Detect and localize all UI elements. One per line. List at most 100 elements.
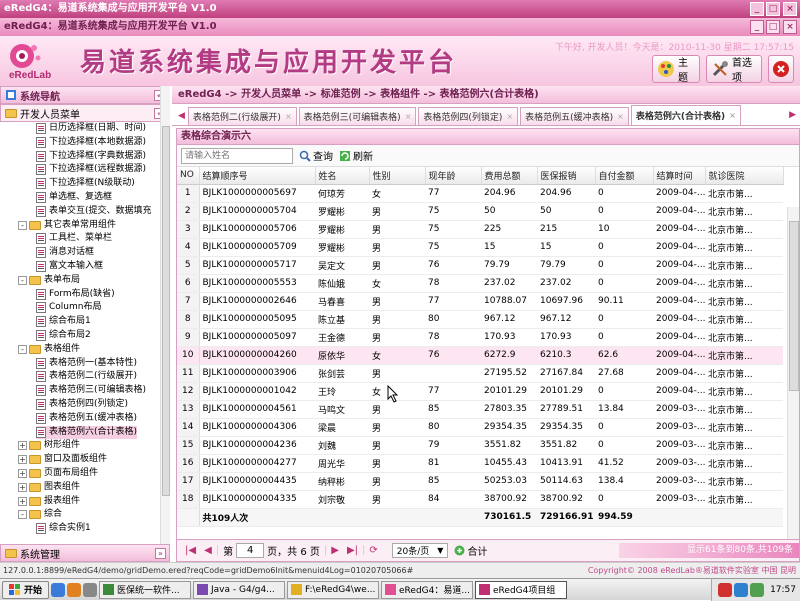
nav-item-20[interactable]: 表格范例四(列锁定)	[36, 398, 128, 411]
nav-item-18[interactable]: 表格范例二(行级展开)	[36, 370, 137, 383]
column-header[interactable]: 就诊医院	[705, 167, 784, 185]
tab-5[interactable]: 表格范例五(缓冲表格) ×	[520, 107, 629, 125]
table-row[interactable]: 11 BJLK1000000003906 张剑芸男 27195.52 27167.84 2…	[177, 364, 783, 383]
nav-item-5[interactable]: 单选框、复选框	[36, 191, 112, 204]
tab-scroll-left-icon[interactable]: ◀	[178, 111, 185, 121]
table-row[interactable]: 10 BJLK1000000004260 原依华女 76 6272.9 6210.3 62.…	[177, 346, 783, 365]
maximize-button[interactable]: □	[766, 2, 780, 16]
table-row[interactable]: 1 BJLK1000000005697 何琼芳女 77 204.96 204.96 0 200…	[177, 184, 783, 203]
tab-4[interactable]: 表格范例四(列锁定) ×	[418, 107, 519, 125]
collapse-icon[interactable]: -	[18, 344, 27, 354]
table-row[interactable]: 9 BJLK1000000005097 王金德男 78 170.93 170.93 0 200…	[177, 328, 783, 347]
nav-folder-28[interactable]: - 综合	[18, 508, 62, 521]
nav-folder-16[interactable]: - 表格组件	[18, 343, 80, 356]
column-header[interactable]: 姓名	[315, 167, 370, 185]
collapse-icon[interactable]: -	[18, 220, 27, 230]
nav-item-4[interactable]: 下拉选择框(N级联动)	[36, 177, 135, 190]
page-size-select[interactable]: 20条/页 ▼	[391, 543, 449, 558]
system-management-section[interactable]: 系统管理 »	[0, 544, 170, 562]
nav-item-3[interactable]: 下拉选择框(远程数据源)	[36, 163, 146, 176]
nav-item-6[interactable]: 表单交互(提交、数据填充	[36, 205, 152, 218]
close-window-button[interactable]: ×	[783, 2, 797, 16]
table-row[interactable]: 14 BJLK1000000004306 梁晨男 80 29354.35 29354.35…	[177, 418, 783, 437]
prev-page-icon[interactable]: ◀	[204, 545, 212, 556]
exit-button[interactable]	[768, 55, 794, 83]
tab-3[interactable]: 表格范例三(可编辑表格) ×	[298, 107, 417, 125]
nav-folder-25[interactable]: + 页面布局组件	[18, 467, 98, 480]
tray-network-icon[interactable]	[734, 583, 749, 597]
nav-scrollbar[interactable]	[160, 86, 170, 562]
close-tab-icon[interactable]: ×	[405, 112, 412, 121]
nav-item-9[interactable]: 消息对话框	[36, 246, 94, 259]
nav-item-17[interactable]: 表格范例一(基本特性)	[36, 357, 137, 370]
column-header[interactable]: 性别	[369, 167, 426, 185]
nav-folder-11[interactable]: - 表单布局	[18, 274, 80, 287]
app-close-button[interactable]: ×	[783, 20, 797, 34]
nav-item-13[interactable]: Column布局	[36, 301, 101, 314]
tab-2[interactable]: 表格范例二(行级展开) ×	[187, 107, 297, 125]
nav-folder-26[interactable]: + 图表组件	[18, 481, 80, 494]
nav-root[interactable]: 开发人员菜单 «	[0, 104, 169, 122]
quick-launch-firefox-icon[interactable]	[67, 582, 82, 597]
nav-folder-24[interactable]: + 窗口及面板组件	[18, 453, 107, 466]
nav-item-21[interactable]: 表格范例五(缓冲表格)	[36, 412, 137, 425]
column-header[interactable]: 结算顺序号	[199, 167, 316, 185]
table-row[interactable]: 8 BJLK1000000005095 陈立基男 80 967.12 967.12 0 200…	[177, 310, 783, 329]
close-tab-icon[interactable]: ×	[506, 112, 513, 121]
close-tab-icon[interactable]: ×	[729, 111, 736, 120]
table-row[interactable]: 2 BJLK1000000005704 罗耀彬男 75 50 50 0 2009-04-...…	[177, 202, 783, 221]
collapse-icon[interactable]: -	[18, 275, 27, 285]
column-header[interactable]: 现年龄	[425, 167, 482, 185]
table-row[interactable]: 18 BJLK1000000004335 刘宗敬男 84 38700.92 38700.9…	[177, 490, 783, 509]
search-input[interactable]	[181, 147, 293, 164]
minimize-button[interactable]: _	[750, 2, 764, 16]
nav-folder-7[interactable]: - 其它表单常用组件	[18, 219, 116, 232]
app-maximize-button[interactable]: □	[766, 20, 780, 34]
collapse-icon[interactable]: -	[18, 510, 27, 520]
preferences-button[interactable]: 首选项	[706, 55, 762, 84]
column-header[interactable]: 费用总额	[481, 167, 538, 185]
refresh-button[interactable]: 刷新	[339, 148, 373, 163]
first-page-icon[interactable]: |◀	[185, 545, 196, 556]
query-button[interactable]: 查询	[299, 148, 333, 163]
column-header[interactable]: NO	[177, 167, 200, 185]
table-row[interactable]: 17 BJLK1000000004435 纳秤彬男 85 50253.03 50114.6…	[177, 472, 783, 491]
table-row[interactable]: 12 BJLK1000000001042 王玲女 77 20101.29 20101.29…	[177, 382, 783, 401]
nav-item-15[interactable]: 综合布局2	[36, 329, 91, 342]
table-row[interactable]: 3 BJLK1000000005706 罗耀彬男 75 225 215 10 2009-04-…	[177, 220, 783, 239]
taskbar-item-3[interactable]: F:\eRedG4\we...	[287, 580, 380, 599]
tab-6[interactable]: 表格范例六(合计表格) ×	[630, 105, 741, 125]
expand-icon[interactable]: +	[18, 455, 27, 465]
column-header[interactable]: 自付金额	[595, 167, 654, 185]
taskbar-item-1[interactable]: 医保统一软件...	[99, 580, 192, 599]
nav-item-0[interactable]: 日历选择框(日期、时间)	[36, 122, 146, 135]
table-row[interactable]: 13 BJLK1000000004561 马鸣文男 85 27803.35 27789.5…	[177, 400, 783, 419]
tab-scroll-right-icon[interactable]: ▶	[789, 110, 796, 120]
grid-scrollbar[interactable]	[787, 207, 799, 539]
page-input[interactable]	[236, 543, 265, 558]
expand-system-button[interactable]: »	[155, 548, 166, 559]
taskbar-item-5[interactable]: eRedG4项目组	[475, 580, 568, 599]
sum-button[interactable]: 合计	[454, 543, 487, 558]
nav-item-2[interactable]: 下拉选择框(字典数据源)	[36, 150, 146, 163]
next-page-icon[interactable]: ▶	[331, 545, 339, 556]
table-row[interactable]: 16 BJLK1000000004277 周光华男 81 10455.43 10413.9…	[177, 454, 783, 473]
nav-folder-27[interactable]: + 报表组件	[18, 495, 80, 508]
quick-launch-desktop-icon[interactable]	[83, 582, 98, 597]
table-row[interactable]: 4 BJLK1000000005709 罗耀彬男 75 15 15 0 2009-04-...…	[177, 238, 783, 257]
nav-folder-23[interactable]: + 树形组件	[18, 439, 80, 452]
tray-volume-icon[interactable]	[750, 583, 765, 597]
table-row[interactable]: 15 BJLK1000000004236 刘魏男 79 3551.82 3551.82 0 2…	[177, 436, 783, 455]
app-minimize-button[interactable]: _	[750, 20, 764, 34]
start-button[interactable]: 开始	[2, 580, 50, 599]
taskbar-item-2[interactable]: Java - G4/g4...	[193, 580, 286, 599]
last-page-icon[interactable]: ▶|	[347, 545, 358, 556]
expand-icon[interactable]: +	[18, 482, 27, 492]
reload-icon[interactable]: ⟳	[369, 545, 377, 556]
nav-item-29[interactable]: 综合实例1	[36, 522, 91, 535]
quick-launch-ie-icon[interactable]	[51, 582, 66, 597]
nav-item-12[interactable]: Form布局(缺省)	[36, 288, 115, 301]
table-row[interactable]: 6 BJLK1000000005553 陈仙娥女 78 237.02 237.02 0 200…	[177, 274, 783, 293]
nav-item-14[interactable]: 综合布局1	[36, 315, 91, 328]
column-header[interactable]: 医保报销	[537, 167, 596, 185]
